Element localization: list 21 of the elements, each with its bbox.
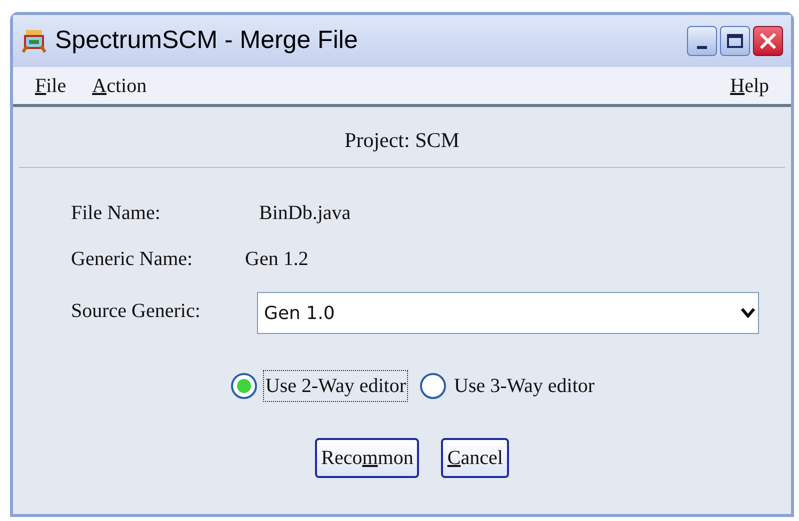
app-icon (21, 28, 47, 54)
close-icon (759, 32, 777, 50)
dialog-button[interactable]: Recommon (315, 438, 420, 478)
window-title: SpectrumSCM - Merge File (55, 25, 359, 56)
menu-item[interactable]: File (35, 70, 66, 100)
minimize-button[interactable] (687, 26, 717, 56)
project-heading: Project: SCM (344, 127, 460, 154)
dialog-button[interactable]: Cancel (441, 438, 509, 478)
field-value: BinDb.java (259, 201, 351, 226)
field-label: Source Generic: (71, 299, 202, 324)
radio-button[interactable] (231, 373, 258, 399)
menu-item[interactable]: Action (92, 70, 147, 100)
field-label: File Name: (71, 201, 162, 226)
field-value: Gen 1.2 (245, 247, 308, 272)
maximize-button[interactable] (720, 26, 750, 56)
radio-label[interactable]: Use 2-Way editor (263, 370, 408, 402)
menu-item[interactable]: Help (730, 70, 769, 100)
source-generic-dropdown[interactable]: Gen 1.0 (257, 292, 759, 334)
radio-label[interactable]: Use 3-Way editor (452, 370, 597, 402)
radio-button[interactable] (420, 373, 446, 399)
close-button[interactable] (753, 26, 783, 56)
